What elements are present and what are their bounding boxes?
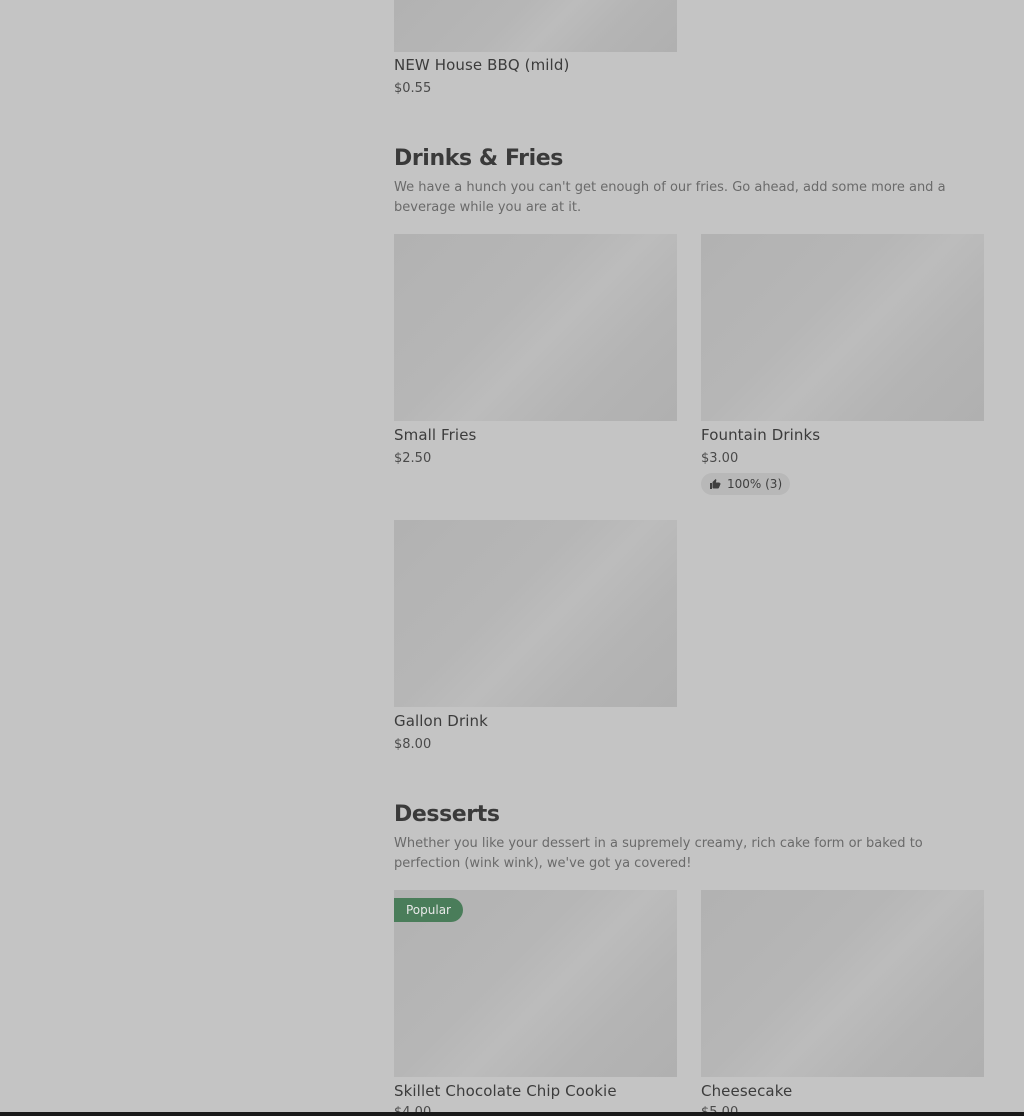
item-name: Skillet Chocolate Chip Cookie	[394, 1082, 617, 1100]
menu-item-card[interactable]: Popular Skillet Chocolate Chip Cookie $4…	[394, 890, 677, 1116]
item-name: Cheesecake	[701, 1082, 793, 1100]
item-name: Gallon Drink	[394, 712, 488, 730]
section-description: Whether you like your dessert in a supre…	[394, 836, 923, 871]
item-image	[394, 234, 677, 421]
menu-page: NEW House BBQ (mild) $0.55 Drinks & Frie…	[0, 0, 1024, 1116]
section-description: We have a hunch you can't get enough of …	[394, 180, 946, 215]
item-image	[701, 890, 984, 1077]
item-image	[701, 234, 984, 421]
menu-item-card[interactable]: Cheesecake $5.00	[701, 890, 984, 1116]
item-name: Fountain Drinks	[701, 426, 821, 444]
popular-badge: Popular	[394, 898, 463, 922]
item-price: $3.00	[701, 451, 739, 466]
item-name: NEW House BBQ (mild)	[394, 56, 570, 74]
bottom-divider	[0, 1112, 1024, 1116]
item-name: Small Fries	[394, 426, 477, 444]
rating-text: 100% (3)	[727, 477, 783, 491]
item-image	[394, 0, 677, 52]
section-title: Desserts	[394, 802, 500, 827]
item-image: Popular	[394, 890, 677, 1077]
item-price: $0.55	[394, 81, 432, 96]
menu-item-card[interactable]: Small Fries $2.50	[394, 234, 677, 474]
rating-badge: 100% (3)	[701, 473, 791, 495]
menu-item-card[interactable]: NEW House BBQ (mild) $0.55	[394, 0, 677, 100]
menu-item-card[interactable]: Fountain Drinks $3.00 100% (3)	[701, 234, 984, 499]
section-title: Drinks & Fries	[394, 146, 563, 171]
item-image	[394, 520, 677, 707]
menu-item-card[interactable]: Gallon Drink $8.00	[394, 520, 677, 760]
thumbs-up-icon	[709, 478, 721, 490]
item-price: $2.50	[394, 451, 432, 466]
item-price: $8.00	[394, 737, 432, 752]
